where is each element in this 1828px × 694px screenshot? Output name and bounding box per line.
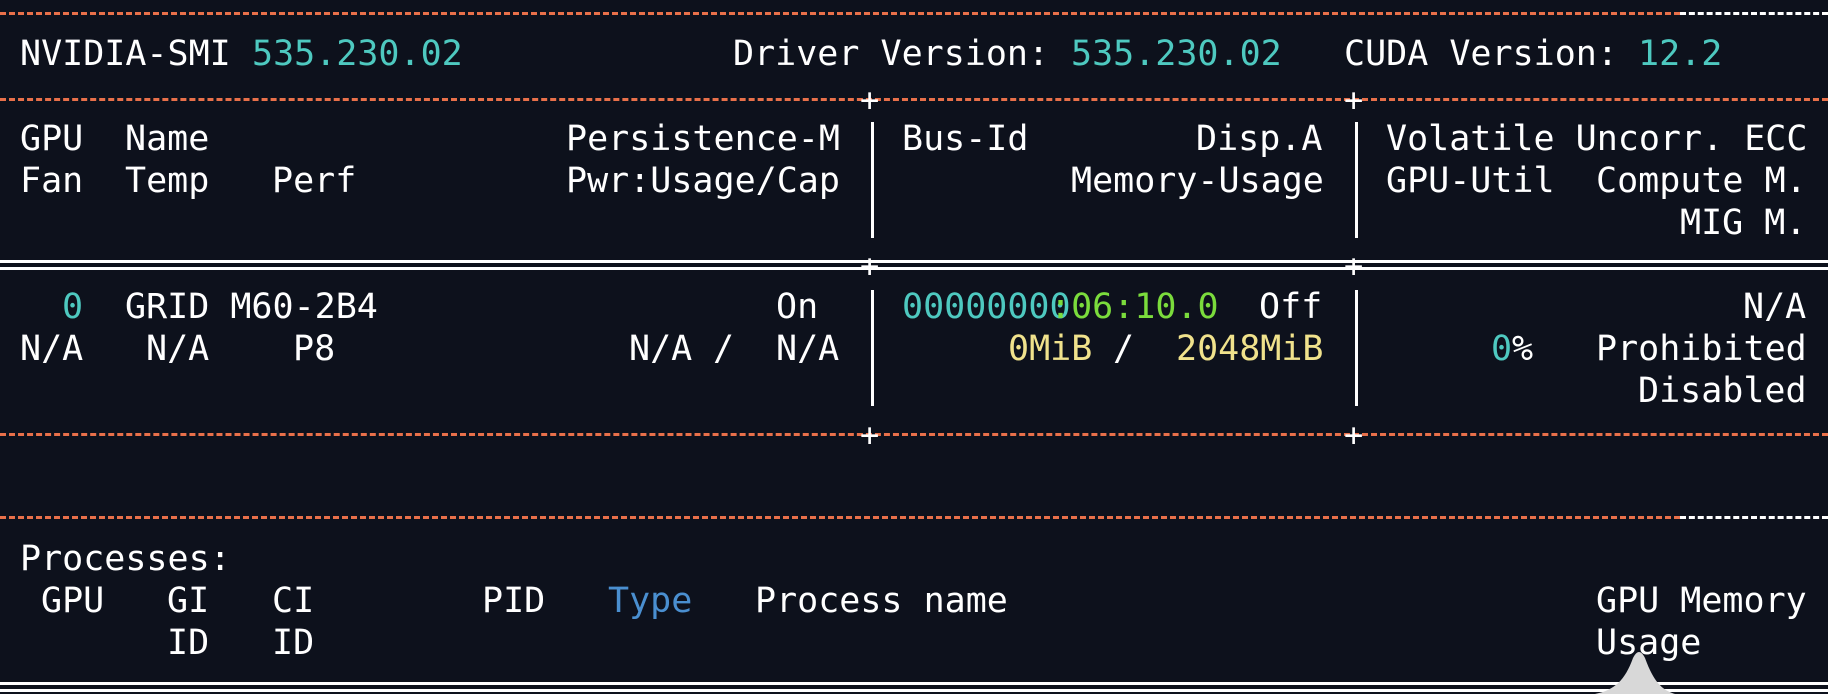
- cuda-label: CUDA Version:: [1344, 34, 1618, 74]
- processes-separator: [0, 682, 1828, 692]
- driver-label: Driver Version:: [733, 34, 1050, 74]
- cuda-version: 12.2: [1638, 34, 1723, 74]
- column-divider: [871, 122, 874, 238]
- col-persistence-header: Persistence-M: [566, 119, 840, 159]
- col-temp-header: Temp: [125, 161, 210, 201]
- gpu-util-value: 0: [1491, 329, 1513, 369]
- top-rule-end: [1680, 12, 1828, 15]
- processes-top-rule: [0, 516, 1680, 519]
- top-rule: [0, 12, 1680, 15]
- gpu-pwr-sep: /: [713, 329, 735, 369]
- processes-title: Processes:: [20, 539, 231, 579]
- gpu-index: 0: [62, 287, 84, 327]
- rule-junction: +: [860, 81, 880, 119]
- proc-ci-header: CI: [272, 581, 315, 621]
- gpu-mem-total: 2048MiB: [1176, 329, 1324, 369]
- col-memory-header: Memory-Usage: [1071, 161, 1324, 201]
- col-ecc-header: Volatile Uncorr. ECC: [1386, 119, 1808, 159]
- column-divider: [1355, 290, 1358, 406]
- table-bottom-rule: [0, 433, 1828, 436]
- column-divider: [871, 290, 874, 406]
- gpu-name: GRID M60-2B4: [125, 287, 378, 327]
- proc-name-header: Process name: [755, 581, 1008, 621]
- gpu-util-unit: %: [1512, 329, 1534, 369]
- column-divider: [1355, 122, 1358, 238]
- rule-junction: +: [1344, 81, 1364, 119]
- col-busid-header: Bus-Id: [902, 119, 1029, 159]
- driver-version: 535.230.02: [1071, 34, 1282, 74]
- col-disp-header: Disp.A: [1196, 119, 1323, 159]
- gpu-pwr-usage: N/A: [629, 329, 693, 369]
- col-compute-header: Compute M.: [1596, 161, 1807, 201]
- processes-top-rule-end: [1680, 516, 1828, 519]
- gpu-bus-id-prefix: 00000000: [902, 287, 1071, 327]
- header-rule: [0, 98, 1828, 101]
- gpu-fan: N/A: [20, 329, 84, 369]
- rule-junction: +: [1344, 416, 1364, 454]
- col-perf-header: Perf: [272, 161, 357, 201]
- gpu-compute-mode: Prohibited: [1596, 329, 1807, 369]
- col-pwr-header: Pwr:Usage/Cap: [566, 161, 840, 201]
- header-separator: [0, 260, 1828, 270]
- col-fan-header: Fan: [20, 161, 84, 201]
- col-gpu-header: GPU: [20, 119, 84, 159]
- col-util-header: GPU-Util: [1386, 161, 1555, 201]
- gpu-mem-sep: /: [1113, 329, 1135, 369]
- gpu-pwr-cap: N/A: [776, 329, 840, 369]
- gpu-persistence: On: [776, 287, 819, 327]
- gpu-ecc: N/A: [1743, 287, 1807, 327]
- proc-pid-header: PID: [482, 581, 546, 621]
- rule-junction: +: [1344, 247, 1364, 285]
- gpu-mig-mode: Disabled: [1638, 371, 1807, 411]
- app-label: NVIDIA-SMI: [20, 34, 231, 74]
- smi-version: 535.230.02: [252, 34, 463, 74]
- gpu-mem-used: 0MiB: [1008, 329, 1093, 369]
- col-name-header: Name: [125, 119, 210, 159]
- proc-gpu-header: GPU: [41, 581, 105, 621]
- gpu-disp: Off: [1259, 287, 1323, 327]
- gpu-perf: P8: [293, 329, 336, 369]
- rule-junction: +: [860, 247, 880, 285]
- gpu-bus-id-suffix: :06:10.0: [1050, 287, 1219, 327]
- rule-junction: +: [860, 416, 880, 454]
- col-mig-header: MIG M.: [1680, 203, 1807, 243]
- proc-ci-sub-header: ID: [272, 623, 315, 663]
- proc-type-header: Type: [608, 581, 693, 621]
- proc-mem-header: GPU Memory: [1596, 581, 1807, 621]
- mouse-pointer-icon: [1595, 652, 1675, 694]
- proc-gi-header: GI: [167, 581, 210, 621]
- gpu-temp: N/A: [146, 329, 210, 369]
- proc-gi-sub-header: ID: [167, 623, 210, 663]
